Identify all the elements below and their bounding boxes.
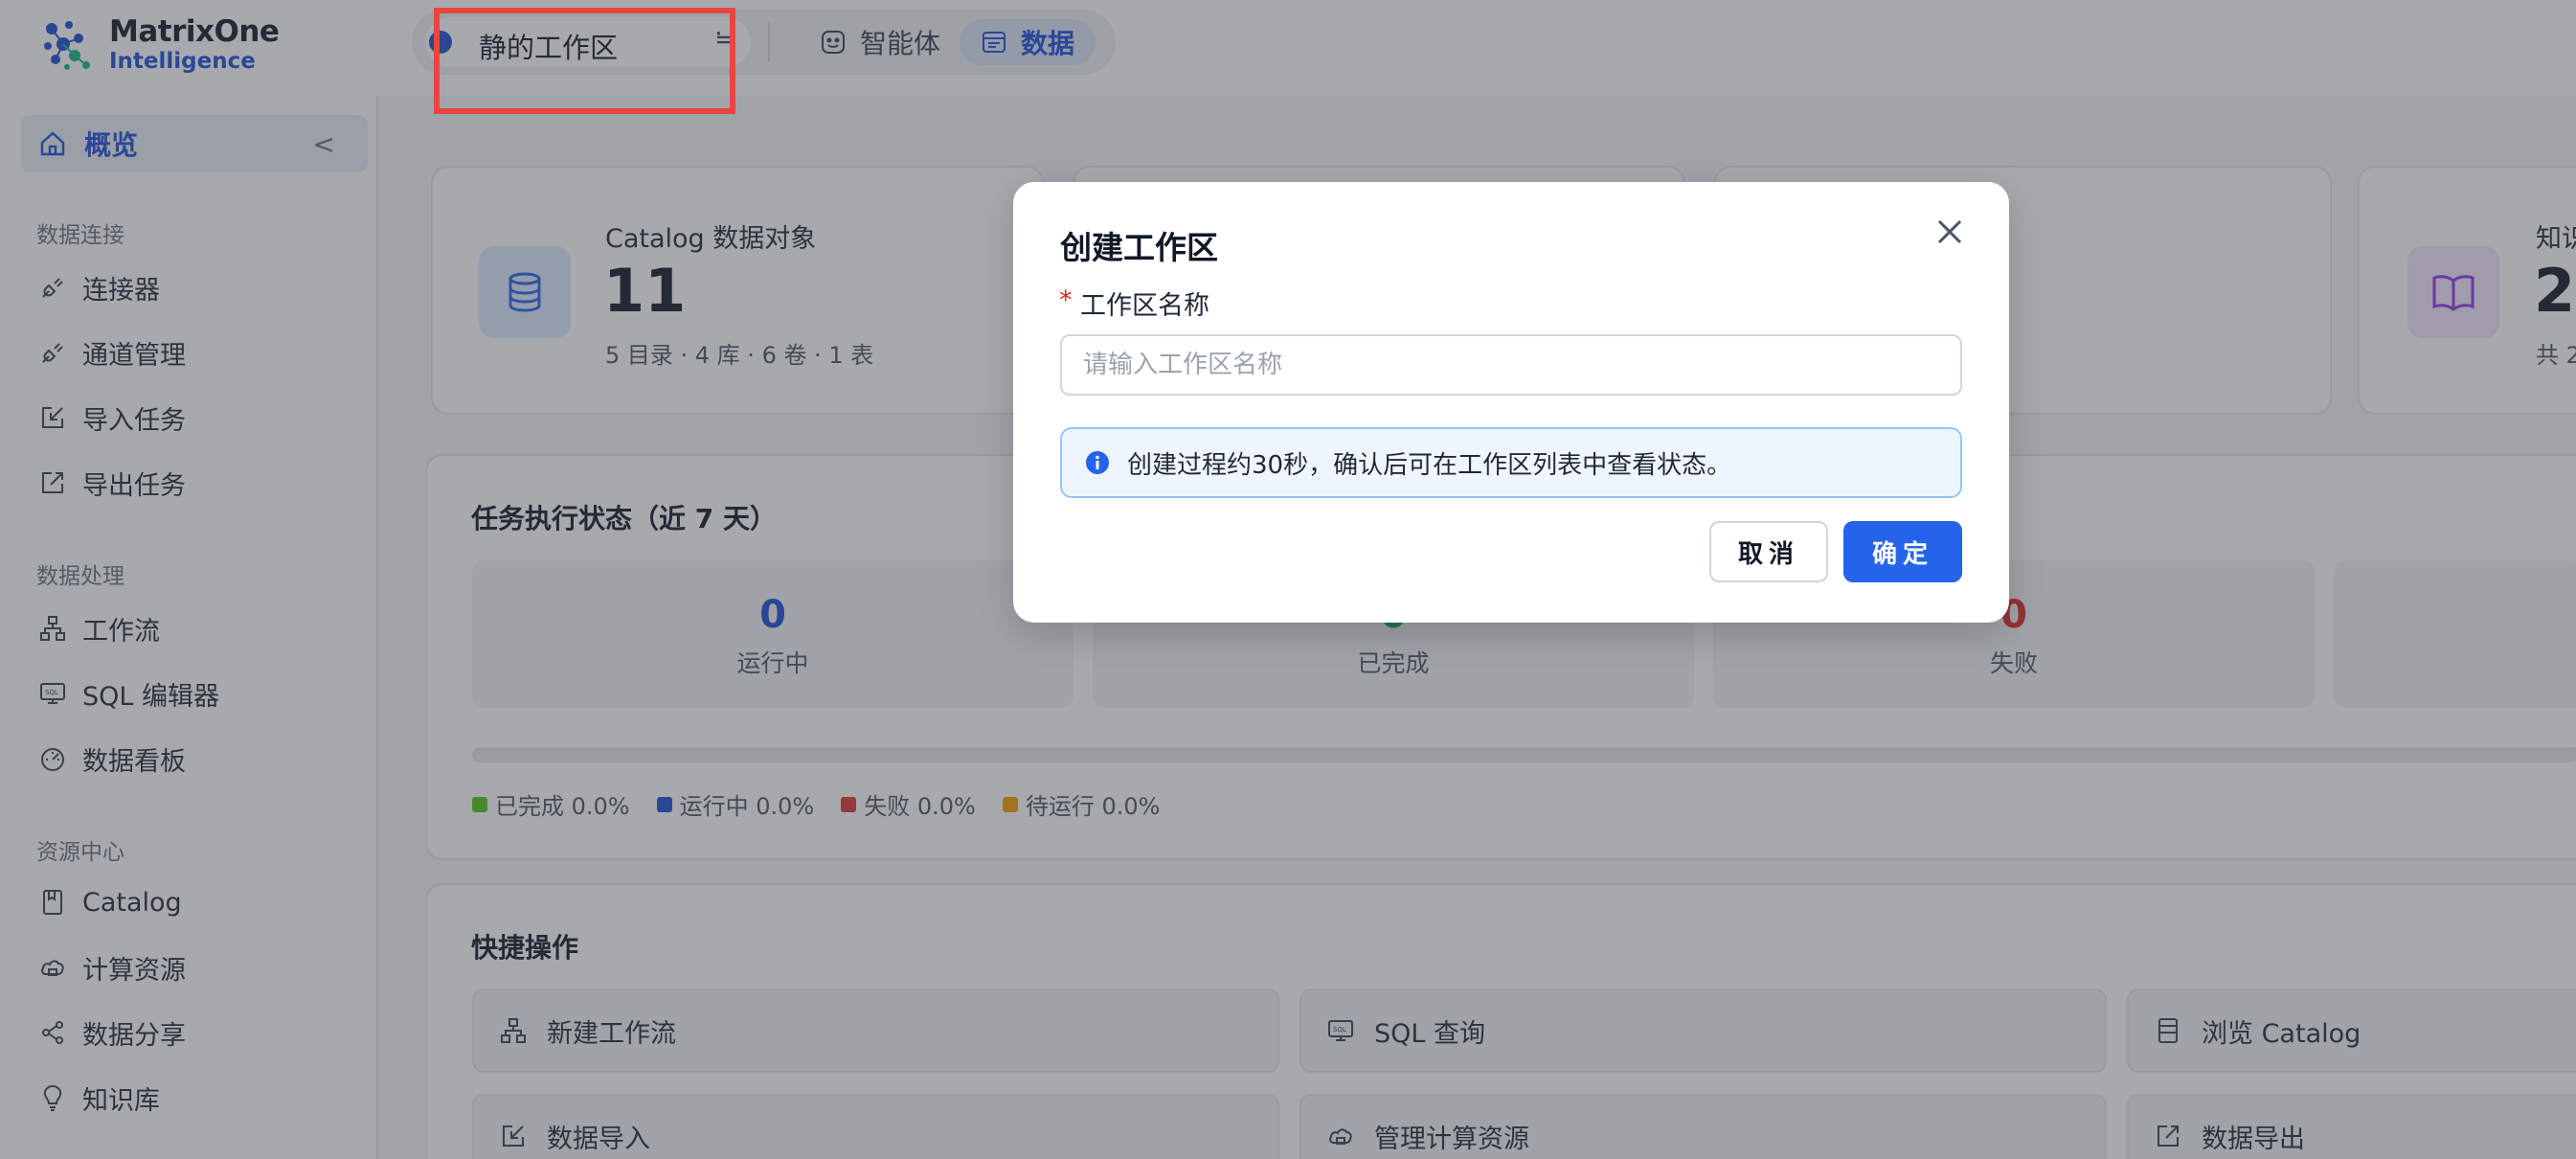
- info-alert: 创建过程约30秒，确认后可在工作区列表中查看状态。: [1060, 427, 1962, 498]
- create-workspace-dialog: 创建工作区 * 工作区名称 创建过程约30秒，确认后可在工作区列表中查看状态。 …: [1013, 182, 2009, 623]
- dialog-title: 创建工作区: [1060, 229, 1218, 266]
- annotation-highlight-box: [434, 8, 735, 114]
- confirm-button[interactable]: 确定: [1843, 521, 1962, 582]
- info-text: 创建过程约30秒，确认后可在工作区列表中查看状态。: [1127, 450, 1732, 480]
- workspace-name-input[interactable]: [1060, 334, 1962, 396]
- cancel-button[interactable]: 取消: [1709, 521, 1828, 582]
- workspace-name-label: 工作区名称: [1080, 291, 1209, 321]
- required-mark: *: [1059, 285, 1073, 315]
- close-icon[interactable]: [1932, 215, 1967, 249]
- info-icon: [1086, 451, 1109, 474]
